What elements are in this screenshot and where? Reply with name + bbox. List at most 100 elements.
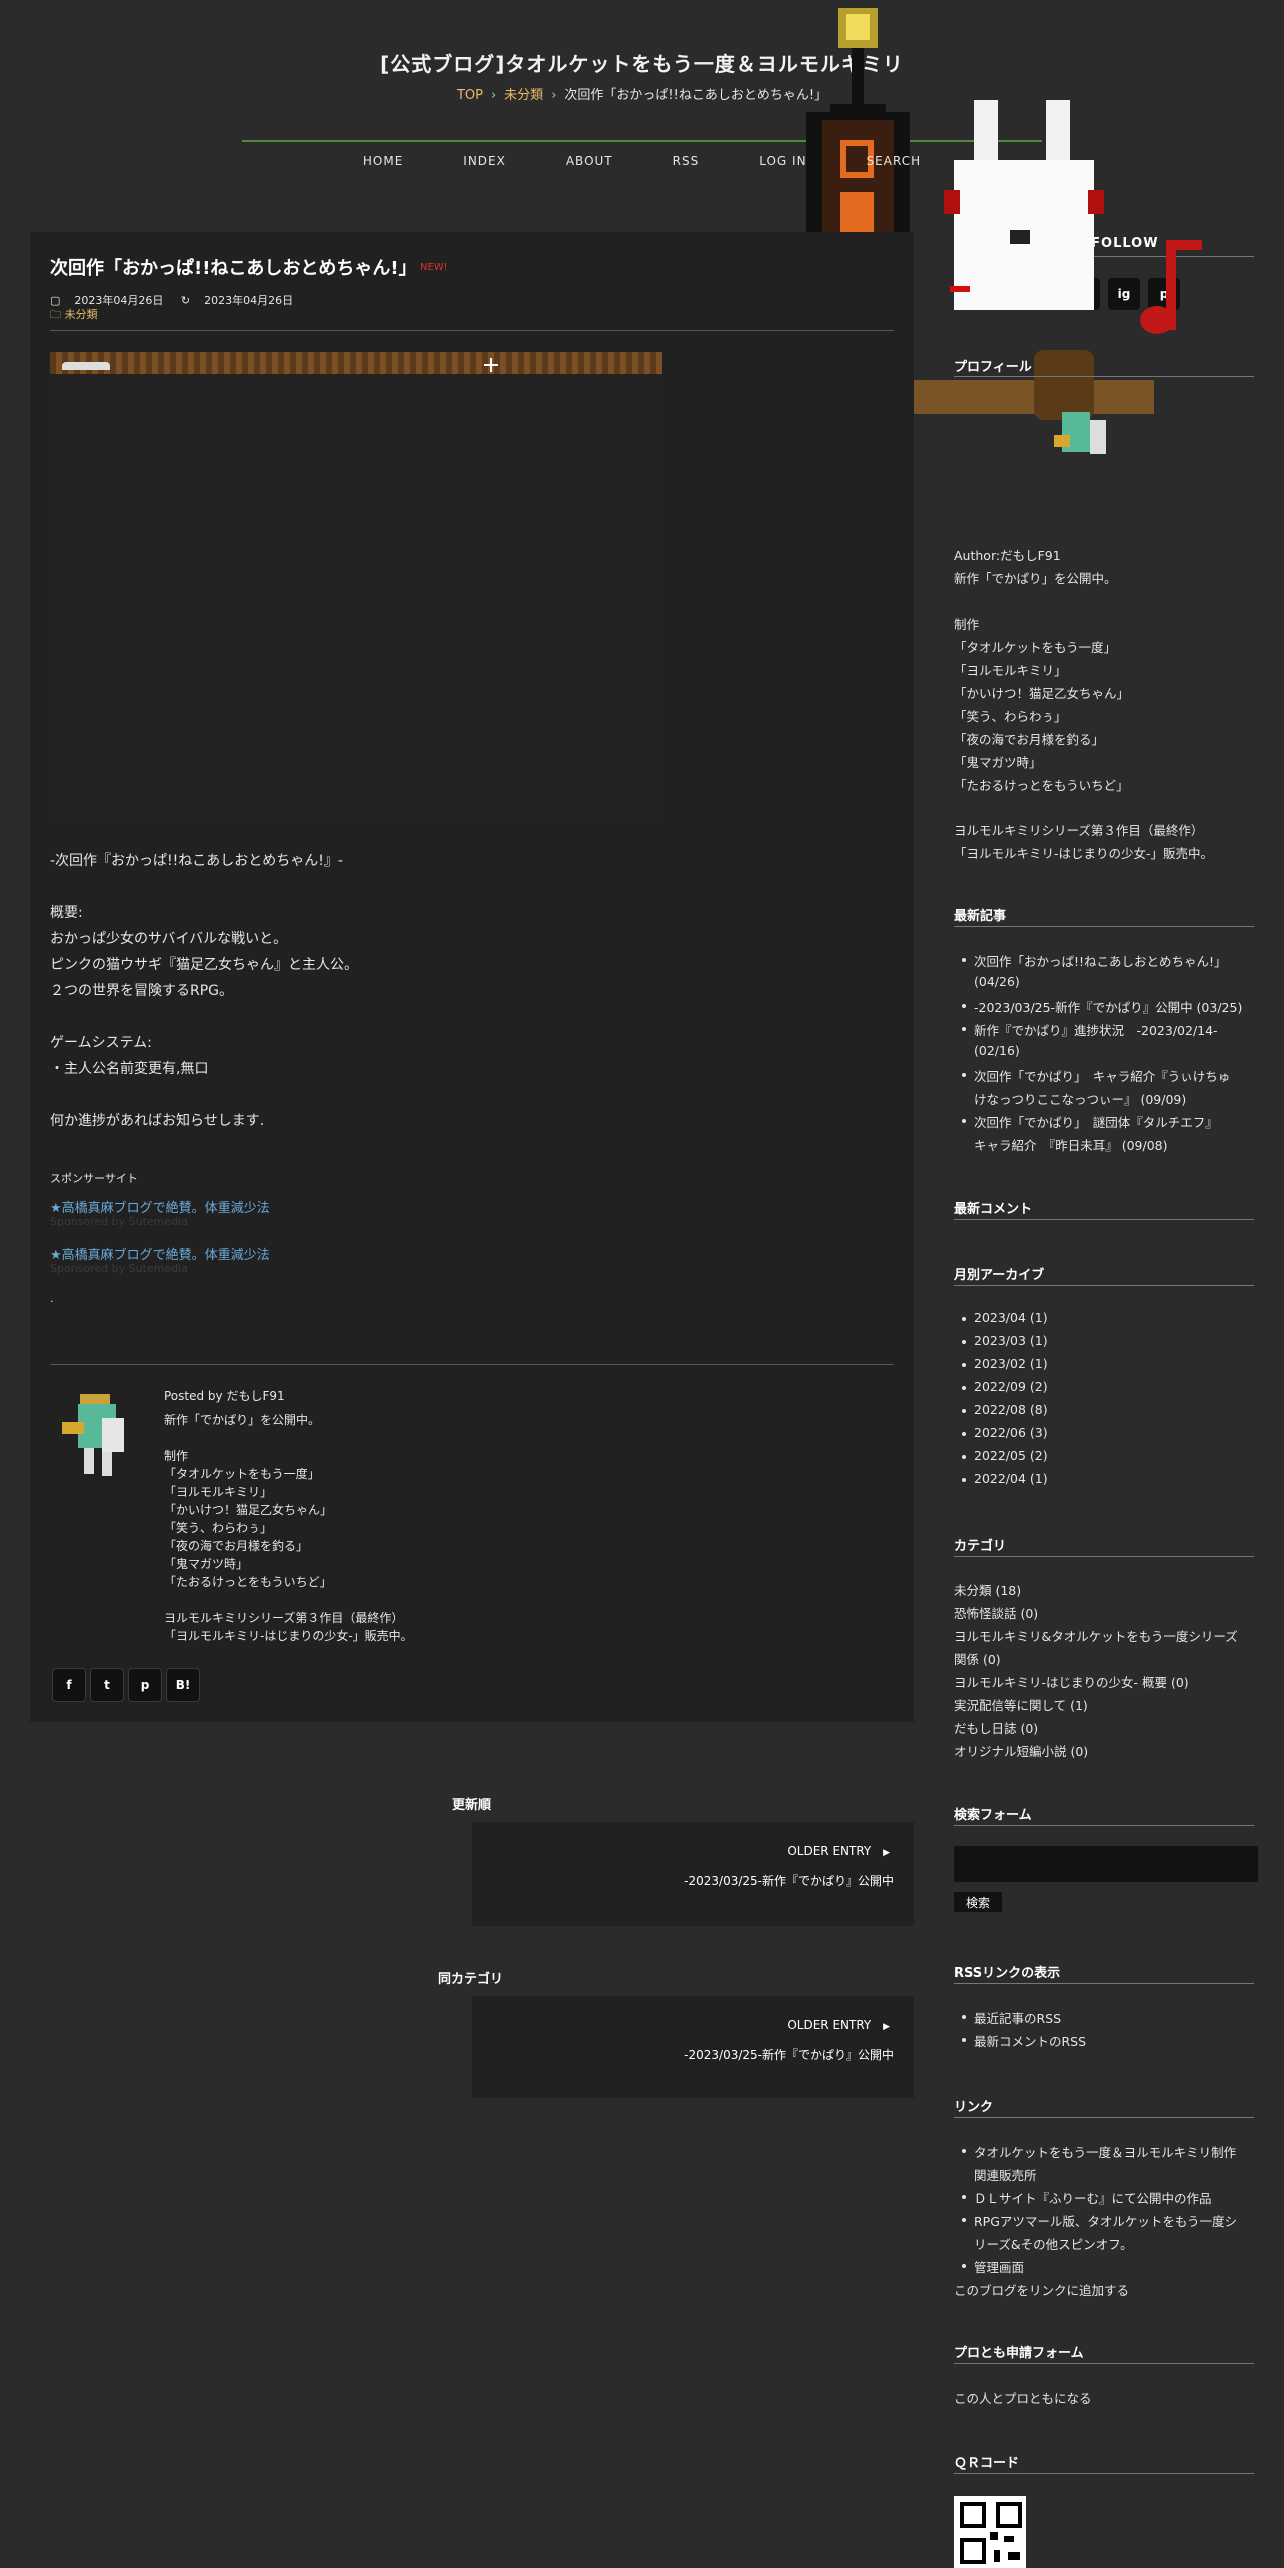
side-rule [954,926,1254,927]
link-item[interactable]: RPGアツマール版、タオルケットをもう一度シ [961,2211,1237,2230]
post-category: 🗀 未分類 [50,306,98,325]
sponsor-link[interactable]: ★高橋真麻ブログで絶賛。体重減少法 [50,1197,270,1216]
links-title: リンク [954,2100,994,2115]
author-line: ヨルモルキミリシリーズ第３作目（最終作） [164,1611,404,1625]
profile-line: 「夜の海でお月様を釣る」 [954,732,1105,747]
lamp-post-art [806,0,910,232]
archive-item[interactable]: 2023/02 (1) [962,1356,1048,1371]
category-item[interactable]: 関係 (0) [954,1649,1001,1668]
post-title: 次回作「おかっぱ!!ねこあしおとめちゃん!」 [50,258,417,279]
rabbit-guitar-art [914,100,1214,520]
recent-item-date: (04/26) [974,974,1020,989]
nav-index[interactable]: INDEX [463,154,506,168]
rss-link[interactable]: 最近記事のRSS [961,2008,1061,2027]
author-line: 「笑う、わらわぅ」 [164,1521,273,1535]
recent-item[interactable]: 次回作「でかぱり」 謎団体『タルチエフ』 [962,1112,1218,1131]
sponsor-sub: Sponsored by Sutemedia [50,1262,188,1275]
search-button[interactable]: 検索 [954,1892,1002,1912]
qr-title: ＱＲコード [954,2456,1020,2471]
site-title[interactable]: [公式ブログ]タオルケットをもう一度＆ヨルモルキミリ [0,48,1284,77]
author-line: 「夜の海でお月様を釣る」 [164,1539,309,1553]
category-item[interactable]: オリジナル短編小説 (0) [954,1741,1088,1760]
body-line: ゲームシステム: [50,1035,152,1051]
link-item-cont[interactable]: 関連販売所 [974,2165,1037,2184]
author-posted-by: Posted by だもしF91 [164,1389,285,1403]
profile-title: プロフィール [954,360,1032,375]
side-rule [954,1285,1254,1286]
share-hatena-button[interactable]: B! [166,1668,200,1702]
profile-line: 制作 [954,617,980,632]
recent-item[interactable]: 次回作「でかぱり」 キャラ紹介『うぃけちゅ [961,1066,1230,1085]
author-line: 「鬼マガツ時」 [164,1557,249,1571]
share-twitter-button[interactable]: t [90,1668,124,1702]
link-item[interactable]: タオルケットをもう一度＆ヨルモルキミリ制作 [961,2142,1236,2161]
breadcrumb-category[interactable]: 未分類 [504,88,543,103]
nav-home[interactable]: HOME [363,154,403,168]
side-rule [954,1983,1254,1984]
sponsor-link[interactable]: ★高橋真麻ブログで絶賛。体重減少法 [50,1244,270,1263]
older-entry-panel[interactable]: OLDER ENTRY ▶ -2023/03/25-新作『でかぱり』公開中 [472,1822,914,1926]
archive-item[interactable]: 2023/03 (1) [962,1333,1048,1348]
breadcrumb-current: 次回作「おかっぱ!!ねこあしおとめちゃん!」 [564,88,828,103]
category-item[interactable]: ヨルモルキミリ-はじまりの少女- 概要 (0) [954,1672,1189,1691]
older-entry-title[interactable]: -2023/03/25-新作『でかぱり』公開中 [684,2046,894,2063]
archive-item[interactable]: 2022/06 (3) [962,1425,1048,1440]
recent-item-date: けなっつりここなっつぃー』 (09/09) [974,1092,1187,1107]
meta-divider [50,330,894,331]
category-item[interactable]: ヨルモルキミリ&タオルケットをもう一度シリーズ [954,1626,1238,1645]
friend-title: プロとも申請フォーム [954,2346,1084,2361]
recent-item[interactable]: -2023/03/25-新作『でかぱり』公開中 (03/25) [961,997,1242,1016]
category-item[interactable]: 実況配信等に関して (1) [954,1695,1088,1714]
share-facebook-button[interactable]: f [52,1668,86,1702]
archive-item[interactable]: 2022/04 (1) [962,1471,1048,1486]
add-blog-link[interactable]: このブログをリンクに追加する [954,2280,1129,2299]
search-title: 検索フォーム [954,1808,1032,1823]
category-item[interactable]: 恐怖怪談話 (0) [954,1603,1038,1622]
category-item[interactable]: 未分類 (18) [954,1580,1021,1599]
side-rule [954,1825,1254,1826]
post-category-link[interactable]: 未分類 [65,308,98,321]
friend-link[interactable]: この人とプロともになる [954,2388,1092,2407]
profile-line: Author:だもしF91 [954,548,1061,563]
newer-section-label: 更新順 [452,1798,492,1813]
author-line: 新作「でかぱり」を公開中。 [164,1413,321,1427]
share-pinterest-button[interactable]: p [128,1668,162,1702]
side-rule [954,2363,1254,2364]
breadcrumb-top[interactable]: TOP [457,88,483,103]
nav-search[interactable]: SEARCH [867,154,922,168]
same-category-label: 同カテゴリ [438,1972,504,1987]
author-line: 「かいけつ！猫足乙女ちゃん」 [164,1503,333,1517]
profile-line: 「ヨルモルキミリ」 [954,663,1067,678]
body-line: 何か進捗があればお知らせします. [50,1113,265,1129]
archive-item[interactable]: 2022/09 (2) [962,1379,1048,1394]
recent-item-date: キャラ紹介 『昨日未耳』 (09/08) [974,1138,1168,1153]
recent-item[interactable]: 新作『でかぱり』進捗状況 -2023/02/14- [962,1020,1218,1039]
archive-item[interactable]: 2023/04 (1) [962,1310,1048,1325]
nav-login[interactable]: LOG IN [759,154,806,168]
profile-line: 「タオルケットをもう一度」 [954,640,1117,655]
body-line: 概要: [50,905,83,921]
link-item-cont[interactable]: リーズ&その他スピンオフ。 [974,2234,1133,2253]
author-line: 「たおるけっとをもういちど」 [164,1575,332,1589]
archive-title: 月別アーカイブ [954,1268,1045,1283]
link-item[interactable]: 管理画面 [961,2257,1024,2276]
sponsor-sub: Sponsored by Sutemedia [50,1215,188,1228]
profile-line: 新作「でかぱり」を公開中。 [954,571,1117,586]
nav-about[interactable]: ABOUT [566,154,613,168]
search-input[interactable] [954,1846,1258,1882]
rss-link[interactable]: 最新コメントのRSS [961,2031,1086,2050]
comments-title: 最新コメント [954,1202,1033,1217]
body-line: ピンクの猫ウサギ『猫足乙女ちゃん』と主人公。 [50,957,358,973]
older-entry-title[interactable]: -2023/03/25-新作『でかぱり』公開中 [684,1872,894,1889]
article-image-area [50,374,662,824]
archive-item[interactable]: 2022/05 (2) [962,1448,1048,1463]
link-item[interactable]: ＤＬサイト『ふりーむ』にて公開中の作品 [962,2188,1212,2207]
recent-item[interactable]: 次回作「おかっぱ!!ねこあしおとめちゃん!」 [962,951,1227,970]
author-line: 「ヨルモルキミリ-はじまりの少女-」販売中。 [164,1629,413,1643]
archive-item[interactable]: 2022/08 (8) [962,1402,1048,1417]
category-item[interactable]: だもし日誌 (0) [954,1718,1038,1737]
qr-code-image [954,2496,1026,2568]
nav-rss[interactable]: RSS [673,154,700,168]
same-category-panel[interactable]: OLDER ENTRY ▶ -2023/03/25-新作『でかぱり』公開中 [472,1996,914,2098]
side-rule [954,1219,1254,1220]
